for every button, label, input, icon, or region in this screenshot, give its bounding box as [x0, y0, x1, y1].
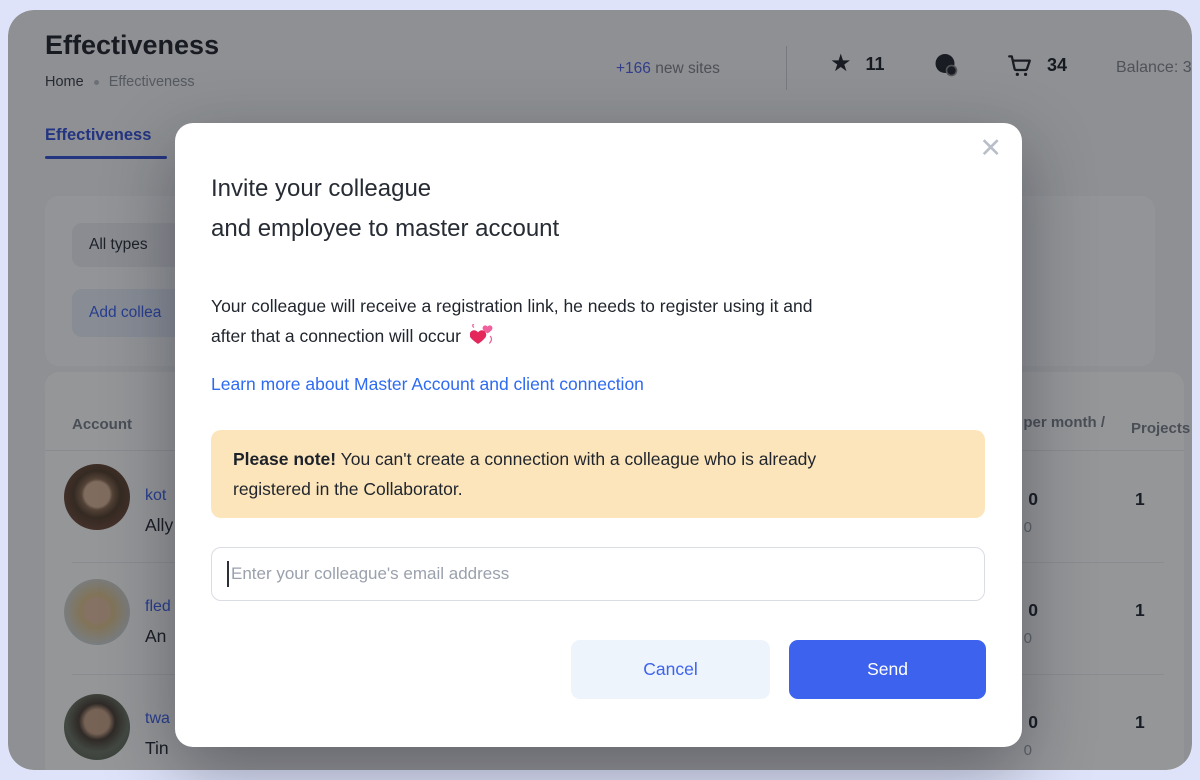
invite-colleague-modal: ✕ Invite your colleague and employee to …: [175, 123, 1022, 747]
note-warning-box: Please note! You can't create a connecti…: [211, 430, 985, 518]
modal-title-line2: and employee to master account: [211, 215, 560, 242]
note-line2: registered in the Collaborator.: [233, 479, 463, 499]
text-cursor-caret: [227, 561, 229, 587]
send-button[interactable]: Send: [789, 640, 986, 699]
modal-body-line1: Your colleague will receive a registrati…: [211, 296, 813, 316]
revolving-hearts-emoji-icon: [469, 324, 493, 344]
learn-more-link[interactable]: Learn more about Master Account and clie…: [211, 374, 644, 395]
note-line1: Please note! You can't create a connecti…: [233, 449, 817, 469]
modal-body-text: Your colleague will receive a registrati…: [211, 291, 981, 351]
note-bold: Please note!: [233, 449, 337, 469]
modal-title: Invite your colleague and employee to ma…: [211, 169, 559, 249]
close-icon[interactable]: ✕: [979, 135, 1002, 162]
email-field-wrap: [211, 547, 985, 601]
colleague-email-input[interactable]: [211, 547, 985, 601]
modal-title-line1: Invite your colleague: [211, 175, 432, 202]
cancel-button[interactable]: Cancel: [571, 640, 770, 699]
modal-body-line2: after that a connection will occur: [211, 321, 981, 351]
